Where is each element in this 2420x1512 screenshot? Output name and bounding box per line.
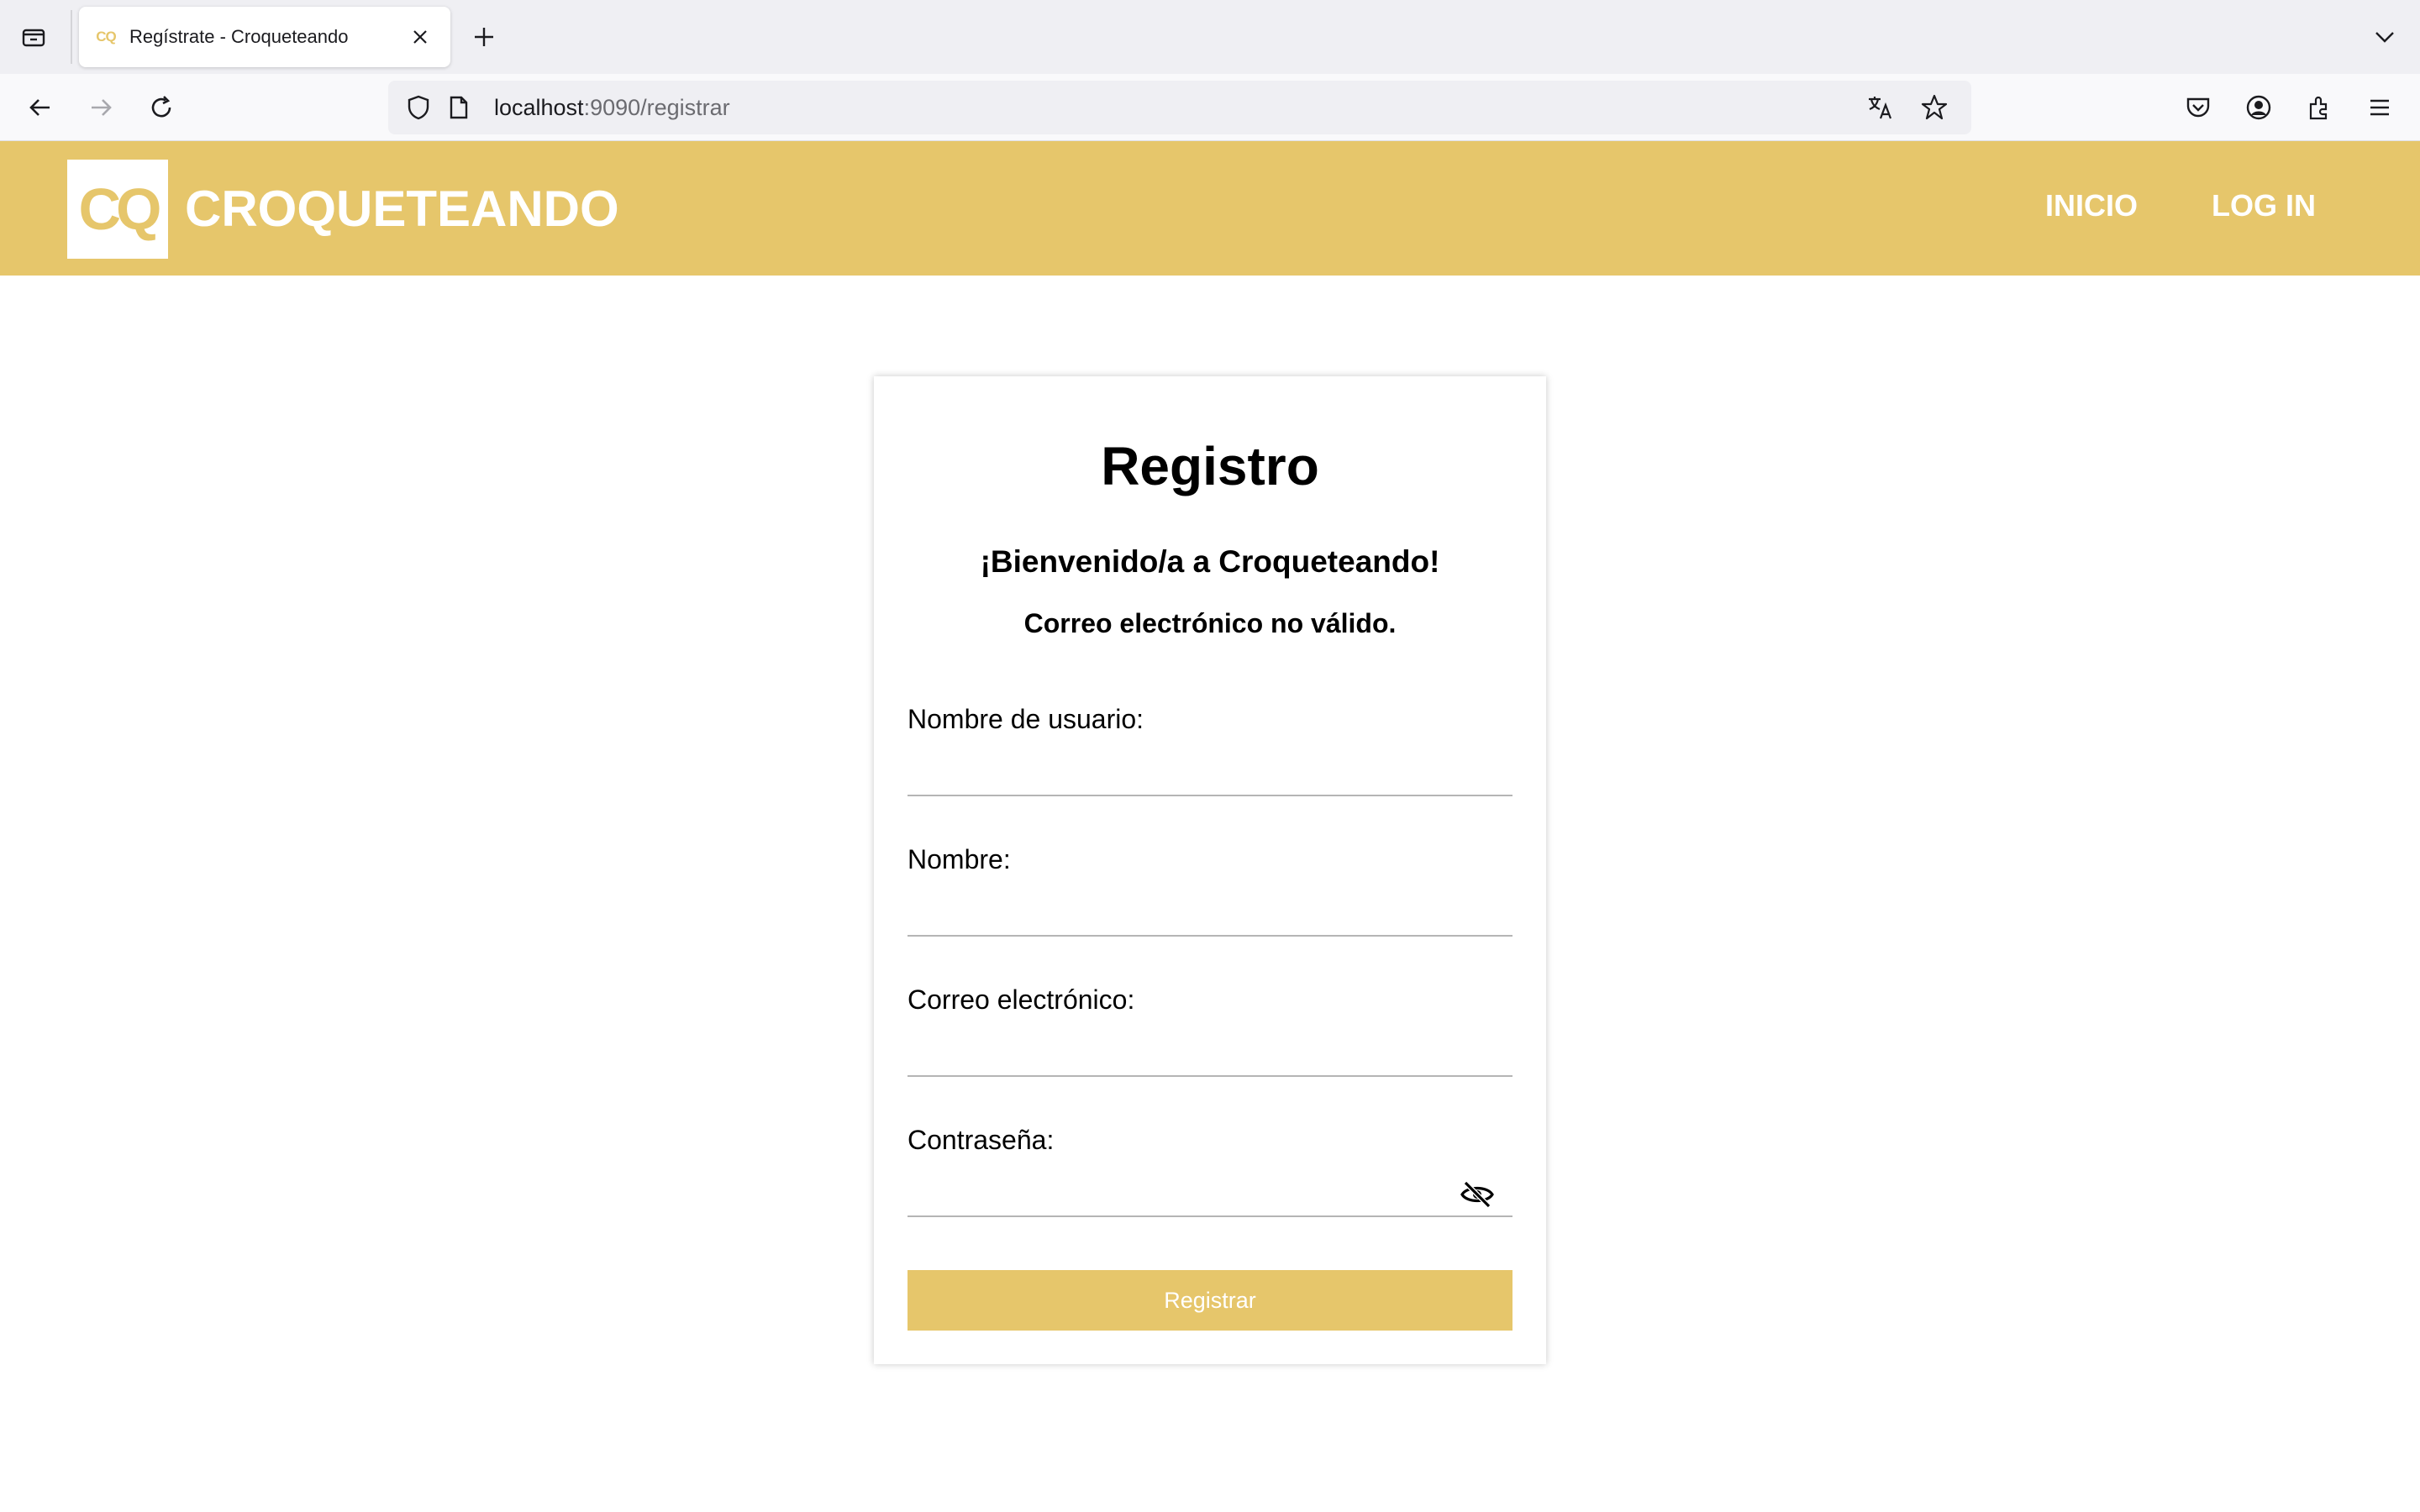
close-icon[interactable]: [407, 24, 434, 50]
username-label: Nombre de usuario:: [908, 704, 1144, 734]
username-input[interactable]: [908, 746, 1512, 796]
translate-icon[interactable]: [1864, 91, 1897, 124]
page-title: Registro: [1101, 436, 1319, 496]
logo-text: CQ: [78, 176, 162, 242]
password-label: Contraseña:: [908, 1125, 1055, 1155]
password-input[interactable]: [908, 1167, 1512, 1217]
reload-icon[interactable]: [145, 91, 178, 124]
registration-card: Registro ¡Bienvenido/a a Croqueteando! C…: [874, 376, 1546, 1364]
url-path: :9090/registrar: [583, 94, 730, 120]
tab-title: Regístrate - Croqueteando: [129, 26, 349, 47]
extensions-icon[interactable]: [2302, 91, 2336, 124]
account-icon[interactable]: [2242, 91, 2275, 124]
pocket-icon[interactable]: [2181, 91, 2215, 124]
back-arrow-icon[interactable]: [24, 91, 57, 124]
url-text: localhost:9090/registrar: [494, 95, 1864, 121]
nav-link-inicio[interactable]: INICIO: [2045, 188, 2138, 223]
name-label: Nombre:: [908, 844, 1011, 874]
name-input[interactable]: [908, 886, 1512, 937]
error-message: Correo electrónico no válido.: [1023, 608, 1397, 638]
email-label: Correo electrónico:: [908, 984, 1135, 1015]
browser-nav-bar: localhost:9090/registrar: [0, 74, 2420, 141]
url-host: localhost: [494, 94, 584, 120]
nav-link-login[interactable]: LOG IN: [2212, 188, 2316, 223]
tab-list-icon[interactable]: [18, 22, 49, 52]
tab-separator: [71, 10, 72, 64]
browser-tab-strip: CQ Regístrate - Croqueteando: [0, 0, 2420, 74]
shield-icon[interactable]: [402, 91, 435, 124]
brand-name[interactable]: CROQUETEANDO: [185, 180, 619, 238]
logo[interactable]: CQ: [67, 160, 168, 259]
forward-arrow-icon[interactable]: [84, 91, 118, 124]
register-button[interactable]: Registrar: [908, 1270, 1512, 1331]
menu-icon[interactable]: [2363, 91, 2396, 124]
chevron-down-icon[interactable]: [2370, 22, 2400, 52]
welcome-message: ¡Bienvenido/a a Croqueteando!: [980, 544, 1440, 579]
browser-tab-active[interactable]: CQ Regístrate - Croqueteando: [79, 7, 450, 67]
new-tab-plus-icon[interactable]: [469, 22, 499, 52]
eye-slash-icon[interactable]: [1459, 1178, 1496, 1211]
page-icon[interactable]: [442, 91, 476, 124]
url-bar[interactable]: localhost:9090/registrar: [388, 81, 1971, 134]
email-input[interactable]: [908, 1026, 1512, 1077]
bookmark-star-icon[interactable]: [1918, 91, 1951, 124]
favicon-icon: CQ: [96, 29, 117, 45]
site-header: CQ CROQUETEANDO INICIO LOG IN: [0, 141, 2420, 276]
